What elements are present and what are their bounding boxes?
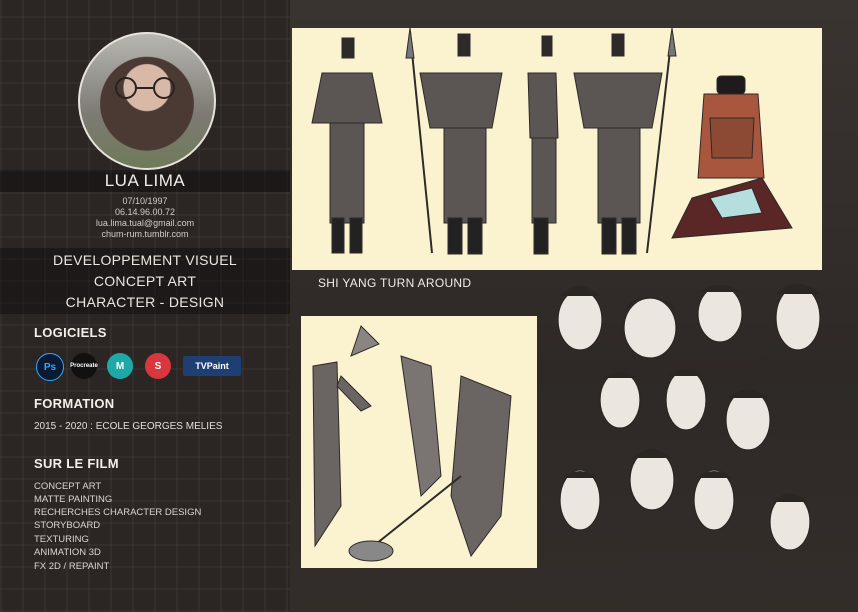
head-sketch bbox=[697, 285, 743, 343]
sketch-illustration bbox=[312, 325, 512, 562]
film-title: SUR LE FILM bbox=[34, 456, 119, 471]
film-item: STORYBOARD bbox=[34, 520, 101, 531]
head-sketch bbox=[629, 449, 675, 511]
software-title: LOGICIELS bbox=[34, 325, 107, 340]
head-sketch bbox=[725, 389, 771, 451]
head-sketch bbox=[599, 371, 641, 429]
turnaround-caption: SHI YANG TURN AROUND bbox=[318, 276, 472, 290]
substance-icon: S bbox=[145, 353, 171, 379]
head-sketch bbox=[693, 469, 735, 531]
head-sketch bbox=[623, 297, 677, 359]
photoshop-icon: Ps bbox=[36, 353, 64, 381]
head-sketch bbox=[557, 289, 603, 351]
profile-website[interactable]: chum-rum.tumblr.com bbox=[0, 229, 290, 239]
role-2: CONCEPT ART bbox=[93, 273, 197, 289]
procreate-icon: Procreate bbox=[70, 353, 98, 379]
head-studies bbox=[557, 284, 821, 551]
turnaround-illustration bbox=[311, 27, 793, 255]
profile-email[interactable]: lua.lima.tual@gmail.com bbox=[0, 218, 290, 228]
role-3: CHARACTER - DESIGN bbox=[65, 294, 225, 310]
tvpaint-icon: TVPaint bbox=[183, 356, 241, 376]
head-sketch bbox=[769, 493, 811, 551]
film-item: CONCEPT ART bbox=[34, 481, 102, 492]
avatar bbox=[78, 32, 216, 170]
profile-phone: 06.14.96.00.72 bbox=[114, 207, 176, 217]
sketch-panel bbox=[301, 316, 537, 568]
film-item: RECHERCHES CHARACTER DESIGN bbox=[34, 507, 202, 518]
film-item: MATTE PAINTING bbox=[34, 494, 113, 505]
head-sketch bbox=[775, 285, 821, 351]
formation-title: FORMATION bbox=[34, 396, 115, 411]
film-item: ANIMATION 3D bbox=[34, 547, 101, 558]
role-1: DEVELOPPEMENT VISUEL bbox=[53, 252, 237, 268]
glasses-icon bbox=[115, 77, 175, 99]
film-item: FX 2D / REPAINT bbox=[34, 561, 110, 572]
film-item: TEXTURING bbox=[34, 534, 89, 545]
profile-birthdate: 07/10/1997 bbox=[122, 196, 168, 206]
maya-icon: M bbox=[107, 353, 133, 379]
turnaround-panel bbox=[292, 27, 822, 270]
profile-name: LUA LIMA bbox=[0, 170, 290, 192]
head-sketch bbox=[665, 369, 707, 431]
head-sketch bbox=[559, 469, 601, 531]
formation-text: 2015 - 2020 : ECOLE GEORGES MELIES bbox=[34, 421, 223, 432]
